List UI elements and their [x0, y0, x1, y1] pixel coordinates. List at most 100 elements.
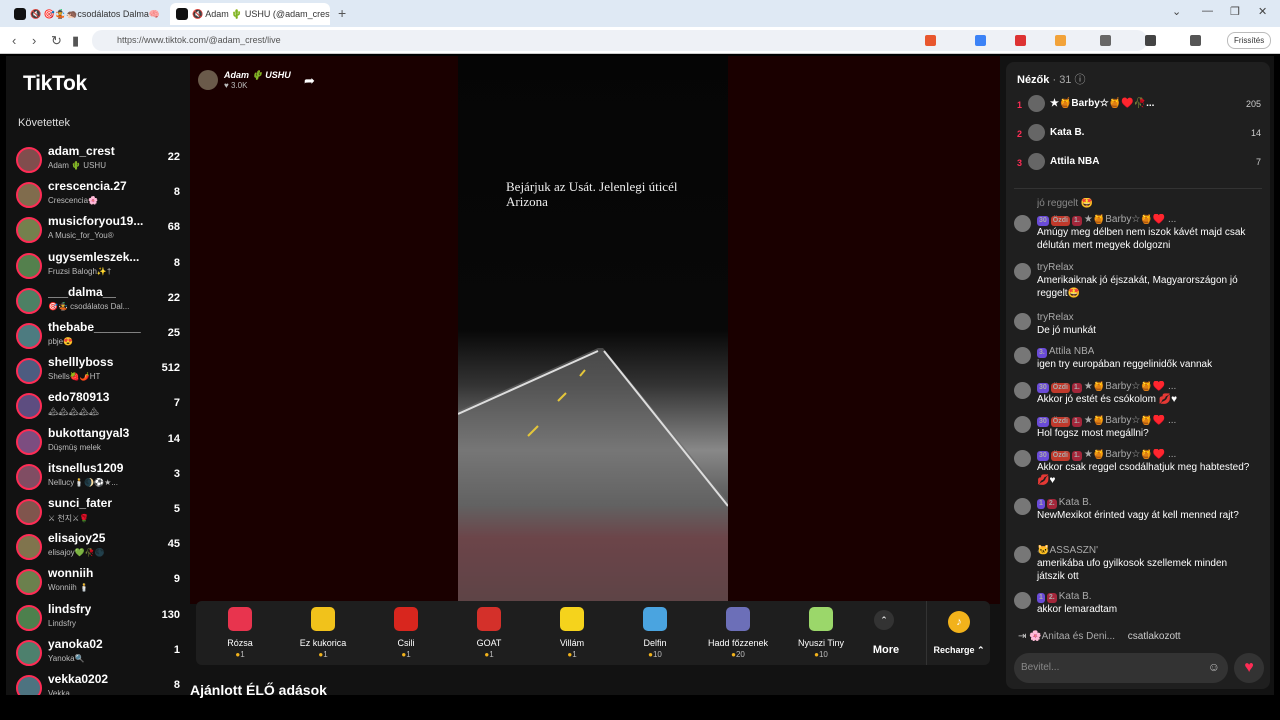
avatar[interactable]: [1014, 347, 1031, 364]
followed-account[interactable]: crescencia.27 Crescencia🌸 8: [16, 179, 186, 213]
forward-icon[interactable]: ›: [32, 33, 36, 48]
followed-account[interactable]: edo780913 🏔🏔🏔🏔🏔 7: [16, 390, 186, 424]
share-icon[interactable]: ➦: [304, 73, 315, 89]
streamer-info[interactable]: Adam 🌵 USHU ♥ 3.0K: [198, 70, 291, 90]
avatar[interactable]: [16, 358, 42, 385]
avatar[interactable]: [16, 323, 42, 349]
chat-user[interactable]: tryRelax: [1037, 262, 1074, 273]
followed-account[interactable]: lindsfry Lindsfry 130: [16, 602, 186, 636]
avatar[interactable]: [1028, 124, 1045, 141]
extension-icon[interactable]: [1100, 35, 1111, 46]
top-viewer-row[interactable]: 1 ★🍯Barby☆🍯♥️🥀... 205: [1006, 92, 1270, 120]
avatar[interactable]: [1014, 215, 1031, 232]
extension-icon[interactable]: [1015, 35, 1026, 46]
extension-icon[interactable]: [925, 35, 936, 46]
avatar[interactable]: [16, 147, 42, 173]
chat-user[interactable]: 3. Attila NBA: [1037, 346, 1094, 358]
account-nickname: Shells🍓🌶️HT: [48, 372, 101, 382]
viewers-heading[interactable]: Nézők · 31 ⓘ: [1017, 71, 1086, 87]
extension-icon[interactable]: [1145, 35, 1156, 46]
top-viewer-row[interactable]: 2 Kata B. 14: [1006, 121, 1270, 149]
chat-user[interactable]: 🐱ASSASZN': [1037, 545, 1098, 556]
followed-account[interactable]: bukottangyal3 Düşmüş melek 14: [16, 426, 186, 460]
avatar[interactable]: [16, 217, 42, 244]
gift-item[interactable]: Ez kukorica ●1: [283, 601, 363, 665]
back-icon[interactable]: ‹: [12, 33, 16, 48]
minimize-button[interactable]: —: [1202, 5, 1213, 17]
chat-user[interactable]: 1 2. Kata B.: [1037, 591, 1092, 603]
avatar[interactable]: [16, 534, 42, 561]
avatar[interactable]: [1014, 498, 1031, 515]
emoji-icon[interactable]: ☺: [1208, 660, 1220, 674]
tab-dalma[interactable]: 🔇 🎯🤹🦔csodálatos Dalma🧠 ...: [8, 3, 163, 25]
avatar[interactable]: [16, 393, 42, 420]
recharge-button[interactable]: ♪ Recharge ⌃: [926, 601, 990, 665]
avatar[interactable]: [1028, 153, 1045, 170]
restore-button[interactable]: ❐: [1230, 5, 1240, 18]
streamer-avatar[interactable]: [198, 70, 218, 90]
avatar[interactable]: [16, 639, 42, 666]
gift-item[interactable]: GOAT ●1: [449, 601, 529, 665]
followed-account[interactable]: sunci_fater ⚔ 천지⚔🌹 5: [16, 496, 186, 530]
avatar[interactable]: [1014, 450, 1031, 467]
avatar[interactable]: [16, 252, 42, 279]
chat-user[interactable]: 1 2. Kata B.: [1037, 497, 1092, 509]
followed-account[interactable]: vekka0202 Vekka 8: [16, 672, 186, 695]
tiktok-logo[interactable]: TikTok: [23, 72, 87, 96]
chat-user[interactable]: 30 Özdi 1. ★🍯Barby☆🍯♥️ ...: [1037, 214, 1176, 226]
gift-item[interactable]: Rózsa ●1: [200, 601, 280, 665]
followed-account[interactable]: ugysemleszek... Fruzsi Balogh✨† 8: [16, 250, 186, 284]
chat-user[interactable]: tryRelax: [1037, 312, 1074, 323]
like-heart-button[interactable]: ♥: [1234, 653, 1264, 683]
avatar[interactable]: [1014, 546, 1031, 563]
bookmark-icon[interactable]: ▮: [72, 33, 79, 49]
avatar[interactable]: [16, 499, 42, 525]
followed-account[interactable]: itsnellus1209 Nellucy🕯️🌒⚽★... 3: [16, 461, 186, 495]
top-viewer-row[interactable]: 3 Attila NBA 7: [1006, 150, 1270, 178]
extension-icon[interactable]: [1190, 35, 1201, 46]
gift-item[interactable]: Csili ●1: [366, 601, 446, 665]
followed-account[interactable]: elisajoy25 elisajoy💚🥀🌑 45: [16, 531, 186, 565]
gift-item[interactable]: Nyuszi Tiny ●10: [781, 601, 861, 665]
avatar[interactable]: [16, 463, 42, 490]
followed-account[interactable]: adam_crest Adam 🌵 USHU 22: [16, 144, 186, 178]
followed-account[interactable]: musicforyou19... A Music_for_You® 68: [16, 214, 186, 248]
avatar[interactable]: [1028, 95, 1045, 112]
avatar[interactable]: [16, 287, 42, 314]
chat-input[interactable]: Bevitel... ☺: [1014, 653, 1228, 683]
recommended-heading: Ajánlott ÉLŐ adások: [190, 682, 327, 698]
avatar[interactable]: [16, 569, 42, 596]
avatar[interactable]: [16, 675, 42, 695]
avatar[interactable]: [1014, 382, 1031, 399]
close-window-button[interactable]: ✕: [1258, 5, 1267, 18]
chat-user[interactable]: 30 Özdi 1. ★🍯Barby☆🍯♥️ ...: [1037, 449, 1176, 461]
followed-account[interactable]: wonniih Wonniih 🕯️ 9: [16, 566, 186, 600]
gift-item[interactable]: Villám ●1: [532, 601, 612, 665]
avatar[interactable]: [16, 182, 42, 209]
live-video[interactable]: Bejárjuk az Usát. Jelenlegi úticél Arizo…: [458, 56, 728, 604]
update-button[interactable]: Frissítés: [1227, 32, 1272, 49]
new-tab-button[interactable]: +: [338, 5, 346, 21]
reload-icon[interactable]: ↻: [51, 33, 62, 49]
avatar[interactable]: [1014, 416, 1031, 433]
chat-user[interactable]: 30 Özdi 1. ★🍯Barby☆🍯♥️ ...: [1037, 415, 1176, 427]
avatar[interactable]: [1014, 313, 1031, 330]
extension-icon[interactable]: [1055, 35, 1066, 46]
avatar[interactable]: [16, 604, 42, 631]
extension-icon[interactable]: [975, 35, 986, 46]
followed-account[interactable]: thebabe_______ pbje😍 25: [16, 320, 186, 354]
avatar[interactable]: [16, 428, 42, 455]
info-icon[interactable]: ⓘ: [1075, 74, 1086, 86]
gift-item[interactable]: Delfin ●10: [615, 601, 695, 665]
more-gifts-button[interactable]: ⌃ More: [863, 601, 909, 665]
followed-account[interactable]: shelllyboss Shells🍓🌶️HT 512: [16, 355, 186, 389]
chat-user[interactable]: 30 Özdi 1. ★🍯Barby☆🍯♥️ ...: [1037, 381, 1176, 393]
gift-item[interactable]: Hadd főzzenek ●20: [698, 601, 778, 665]
tab-adam-live[interactable]: 🔇 Adam 🌵 USHU (@adam_crest... ✕: [170, 3, 330, 25]
address-bar[interactable]: https://www.tiktok.com/@adam_crest/live: [92, 30, 1147, 51]
avatar[interactable]: [1014, 263, 1031, 280]
followed-account[interactable]: yanoka02 Yanoka🔍 1: [16, 637, 186, 671]
avatar[interactable]: [1014, 592, 1031, 609]
tab-search-icon[interactable]: ⌄: [1172, 5, 1181, 18]
followed-account[interactable]: ___dalma__ 🎯🤹 csodálatos Dal... 22: [16, 285, 186, 319]
